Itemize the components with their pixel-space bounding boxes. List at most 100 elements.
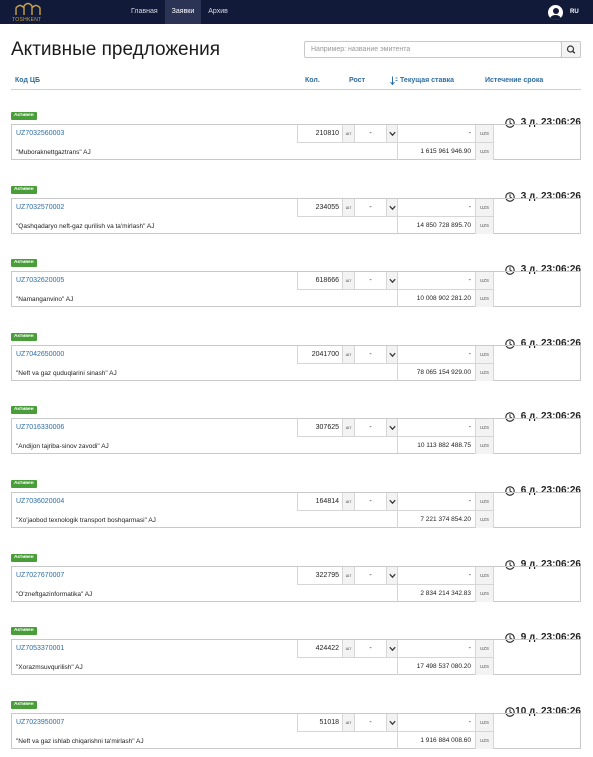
rate-input[interactable]: - (397, 713, 475, 732)
rate-value: - (468, 571, 471, 579)
status-badge: Активен (11, 480, 37, 488)
rate-input[interactable]: - (397, 198, 475, 217)
chevron-down-icon (389, 720, 396, 725)
quantity-value: 307625 (315, 424, 339, 432)
search-input[interactable] (304, 41, 562, 58)
security-code-link[interactable]: UZ7023950007 (16, 719, 64, 726)
offer-row: Активен 6 д. 23:06:26 UZ7036020004 "Xo'j… (0, 480, 593, 540)
offer-card: UZ7053370001 "Xorazmsuvqurilish" AJ 4244… (11, 639, 581, 676)
search-icon (566, 45, 576, 54)
page-title: Активные предложения (11, 39, 221, 60)
rate-value: - (468, 350, 471, 358)
growth-select[interactable]: - (354, 125, 386, 143)
header-qty[interactable]: Кол. (305, 77, 320, 84)
rate-input[interactable]: - (397, 272, 475, 291)
issuer-name: "Qashqadaryo neft-gaz qurilish va ta'mir… (16, 222, 155, 230)
top-navbar: TOSHKENT Главная Заявки Архив RU (0, 0, 593, 24)
nav-archive[interactable]: Архив (201, 0, 235, 24)
growth-select[interactable]: - (354, 272, 386, 291)
sort-icon[interactable] (390, 76, 398, 85)
nav-home[interactable]: Главная (124, 0, 165, 24)
growth-dropdown[interactable] (386, 493, 397, 511)
amount-currency: UZS (475, 290, 494, 308)
quantity-field: 210810 (297, 125, 342, 143)
issuer-name: "Namanganvino" AJ (16, 296, 74, 304)
growth-dropdown[interactable] (386, 419, 397, 438)
chevron-down-icon (389, 499, 396, 505)
growth-dropdown[interactable] (386, 640, 397, 659)
security-code-link[interactable]: UZ7016330006 (16, 424, 64, 431)
chevron-down-icon (389, 131, 396, 137)
status-badge: Активен (11, 406, 37, 415)
growth-select[interactable]: - (354, 566, 386, 585)
security-code-link[interactable]: UZ7032560003 (16, 130, 64, 137)
rate-input[interactable]: - (397, 566, 475, 585)
logo[interactable]: TOSHKENT (6, 0, 50, 24)
status-badge: Активен (11, 553, 37, 562)
quantity-value: 210810 (315, 130, 339, 137)
logo-emblem-icon (15, 2, 41, 15)
quantity-field: 618666 (297, 272, 342, 291)
growth-dropdown[interactable] (386, 125, 397, 143)
security-code-link[interactable]: UZ7032620005 (16, 277, 64, 284)
rate-input[interactable]: - (397, 419, 475, 438)
security-code-link[interactable]: UZ7032570002 (16, 204, 64, 211)
unit-label: шт (342, 640, 354, 659)
growth-select[interactable]: - (354, 345, 386, 364)
offer-row: Активен 6 д. 23:06:26 UZ7016330006 "Andi… (0, 406, 593, 466)
growth-dropdown[interactable] (386, 566, 397, 585)
nav-requests[interactable]: Заявки (164, 0, 202, 24)
growth-select[interactable]: - (354, 198, 386, 217)
rate-currency: UZS (475, 125, 494, 143)
offer-card: UZ7027670007 "O'zneftgazinformatika" AJ … (11, 565, 581, 602)
offer-card: UZ7032570002 "Qashqadaryo neft-gaz quril… (11, 197, 581, 234)
growth-select[interactable]: - (354, 640, 386, 659)
growth-select[interactable]: - (354, 419, 386, 438)
amount-value: 10 113 882 488.75 (417, 442, 471, 450)
security-code-link[interactable]: UZ7027670007 (16, 572, 64, 579)
quantity-field: 234055 (297, 198, 342, 217)
growth-dropdown[interactable] (386, 272, 397, 291)
growth-dropdown[interactable] (386, 198, 397, 217)
rate-currency: UZS (475, 272, 494, 291)
amount-value: 78 065 154 929.00 (416, 368, 471, 376)
user-avatar-icon[interactable] (548, 5, 563, 20)
offer-row: Активен 3 д. 23:06:26 UZ7032570002 "Qash… (0, 185, 593, 246)
offer-card: UZ7023950007 "Neft va gaz ishlab chiqari… (11, 712, 581, 749)
offer-card: UZ7032560003 "Muboraknettgaztrans" AJ 21… (11, 124, 581, 160)
rate-input[interactable]: - (397, 493, 475, 511)
growth-dropdown[interactable] (386, 345, 397, 364)
rate-value: - (468, 130, 471, 137)
amount-field: 2 834 214 342.83 (397, 584, 475, 602)
amount-value: 1 615 961 946.90 (420, 148, 471, 155)
security-code-link[interactable]: UZ7053370001 (16, 645, 64, 652)
header-expiry[interactable]: Истечение срока (485, 77, 543, 84)
header-rate[interactable]: Текущая ставка (400, 77, 454, 84)
amount-currency: UZS (475, 437, 494, 455)
unit-label: шт (342, 198, 354, 217)
growth-dropdown[interactable] (386, 713, 397, 732)
unit-label: шт (342, 493, 354, 511)
rate-value: - (468, 424, 471, 432)
header-code[interactable]: Код ЦБ (15, 77, 40, 84)
growth-select[interactable]: - (354, 493, 386, 511)
amount-value: 10 008 902 281.20 (416, 295, 471, 303)
amount-field: 7 221 374 854.20 (397, 511, 475, 528)
security-code-link[interactable]: UZ7036020004 (16, 498, 64, 505)
quantity-value: 2041700 (311, 350, 339, 358)
header-growth[interactable]: Рост (349, 77, 365, 84)
rate-input[interactable]: - (397, 640, 475, 659)
amount-currency: UZS (475, 584, 494, 602)
security-code-link[interactable]: UZ7042650000 (16, 351, 64, 358)
main-nav: Главная Заявки Архив (124, 0, 235, 24)
status-badge: Активен (11, 700, 37, 709)
chevron-down-icon (389, 352, 396, 357)
language-switch[interactable]: RU (570, 0, 579, 24)
amount-value: 1 916 884 008.60 (420, 736, 471, 744)
rate-input[interactable]: - (397, 125, 475, 143)
growth-select[interactable]: - (354, 713, 386, 732)
rate-input[interactable]: - (397, 345, 475, 364)
rate-value: - (468, 203, 471, 211)
amount-field: 10 008 902 281.20 (397, 290, 475, 308)
search-button[interactable] (561, 41, 581, 58)
